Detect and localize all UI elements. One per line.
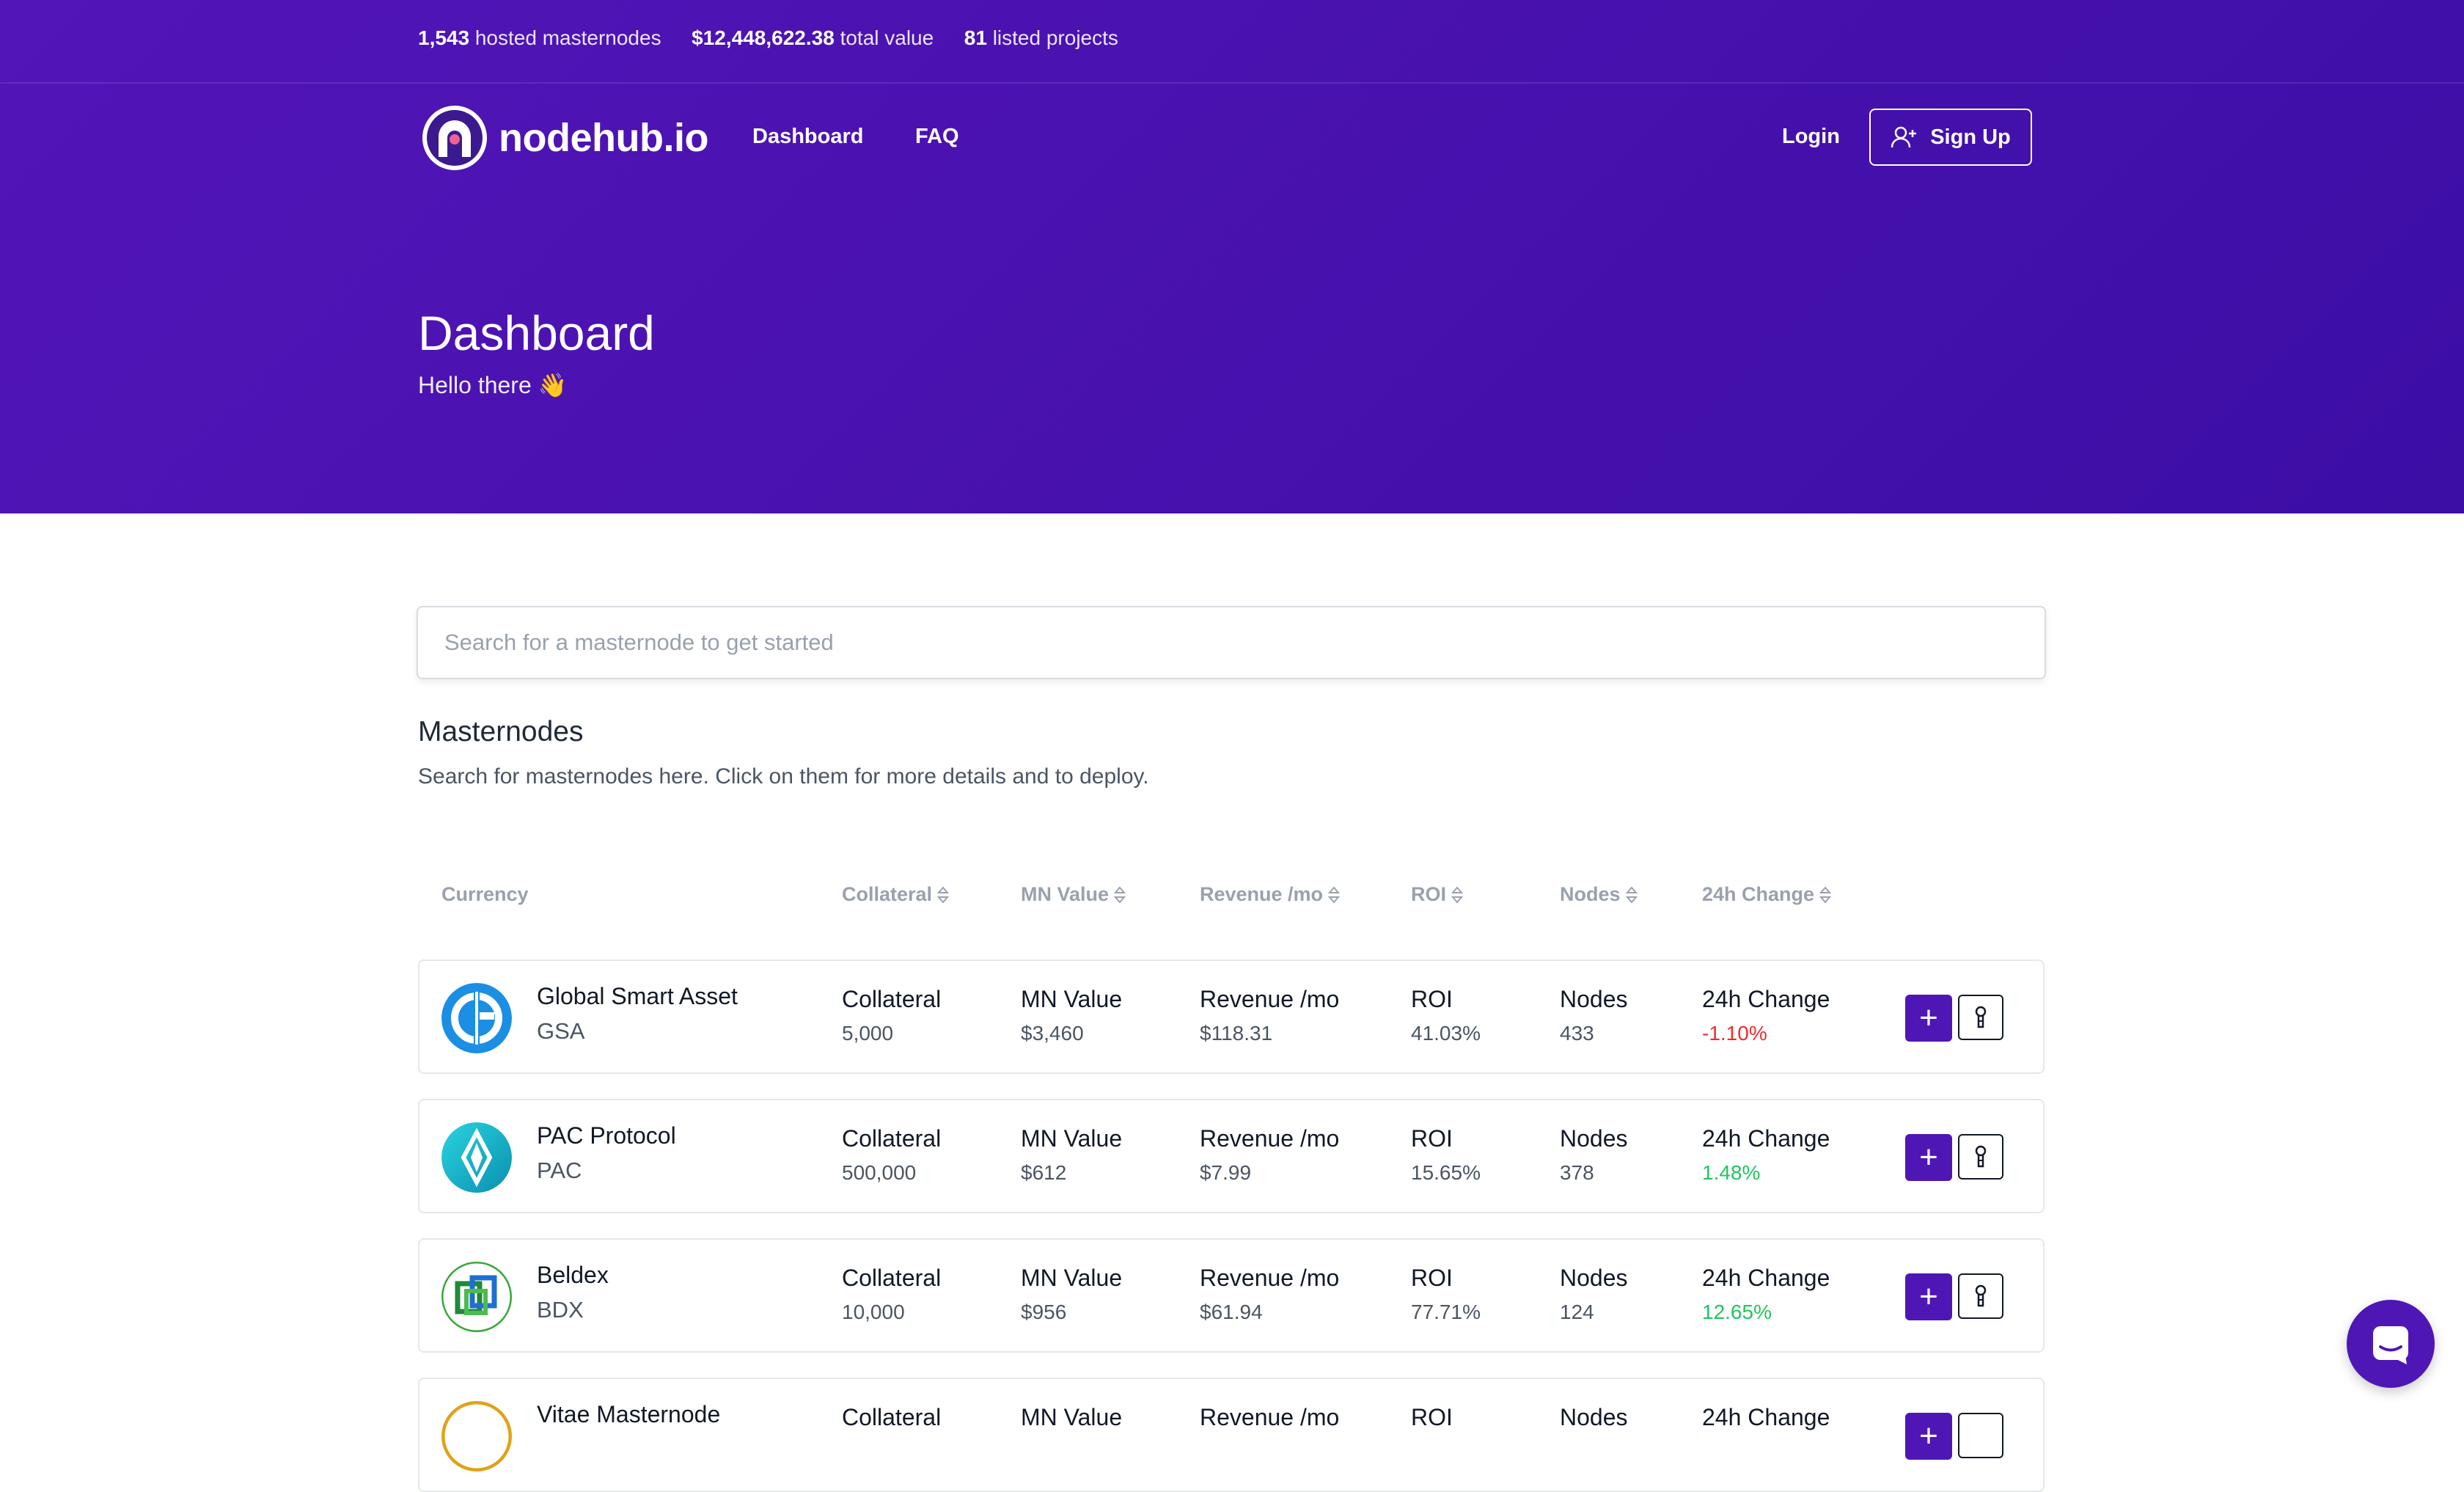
roi-cell: ROI 15.65%	[1411, 1125, 1481, 1184]
chat-launcher-button[interactable]	[2347, 1300, 2435, 1388]
mn-value-cell: MN Value	[1021, 1404, 1123, 1430]
brand-name: nodehub.io	[499, 116, 708, 160]
sort-icon	[1327, 885, 1341, 904]
projects-label: listed projects	[992, 26, 1118, 49]
add-masternode-button[interactable]: +	[1905, 1413, 1952, 1460]
mn-value-cell: MN Value $956	[1021, 1265, 1123, 1323]
total-value: $12,448,622.38	[692, 26, 835, 49]
currency-name: Beldex	[537, 1262, 609, 1288]
login-link[interactable]: Login	[1782, 125, 1840, 149]
mn-value-cell: MN Value $3,460	[1021, 986, 1123, 1045]
brand-logo[interactable]: nodehub.io	[421, 104, 708, 172]
masternode-row[interactable]: Global Smart Asset GSA Collateral 5,000 M…	[418, 959, 2045, 1074]
change-cell: 24h Change 1.48%	[1702, 1125, 1830, 1184]
change-cell: 24h Change -1.10%	[1702, 986, 1830, 1045]
change-cell: 24h Change	[1702, 1404, 1830, 1430]
nav-dashboard[interactable]: Dashboard	[752, 125, 863, 149]
sign-up-button[interactable]: Sign Up	[1869, 109, 2032, 166]
chat-icon	[2373, 1326, 2408, 1364]
total-value-label: total value	[840, 26, 934, 49]
header-currency: Currency	[441, 883, 529, 905]
currency-name: Global Smart Asset	[537, 983, 738, 1009]
nodes-cell: Nodes 124	[1560, 1265, 1628, 1323]
info-button[interactable]	[1958, 1134, 2003, 1180]
add-masternode-button[interactable]: +	[1905, 1273, 1952, 1320]
revenue-cell: Revenue /mo $7.99	[1200, 1125, 1340, 1184]
key-icon	[1975, 1284, 1987, 1307]
collateral-cell: Collateral	[842, 1404, 942, 1430]
currency-name: PAC Protocol	[537, 1122, 676, 1149]
collateral-cell: Collateral 10,000	[842, 1265, 942, 1323]
masternode-row[interactable]: Vitae Masternode Collateral MN Value Rev…	[418, 1378, 2045, 1492]
roi-cell: ROI	[1411, 1404, 1453, 1430]
stats-bar: 1,543 hosted masternodes $12,448,622.38 …	[0, 0, 2464, 84]
sort-icon	[1113, 885, 1126, 904]
key-icon	[1975, 1145, 1987, 1168]
nav-faq[interactable]: FAQ	[915, 125, 959, 149]
stats-summary: 1,543 hosted masternodes $12,448,622.38 …	[418, 26, 1118, 50]
add-masternode-button[interactable]: +	[1905, 1134, 1952, 1181]
header-nodes[interactable]: Nodes	[1560, 883, 1638, 906]
masternodes-label: hosted masternodes	[474, 26, 661, 49]
revenue-cell: Revenue /mo $61.94	[1200, 1265, 1340, 1323]
info-button[interactable]	[1958, 995, 2003, 1040]
info-button[interactable]	[1958, 1413, 2003, 1458]
roi-cell: ROI 77.71%	[1411, 1265, 1481, 1323]
search-input[interactable]	[417, 606, 2046, 679]
mn-value-cell: MN Value $612	[1021, 1125, 1123, 1184]
sort-icon	[1625, 885, 1638, 904]
page-subtitle: Hello there 👋	[418, 372, 568, 398]
header-collateral[interactable]: Collateral	[842, 883, 950, 906]
gsa-coin-icon	[441, 983, 512, 1053]
hero-banner: 1,543 hosted masternodes $12,448,622.38 …	[0, 0, 2464, 513]
section-subtitle: Search for masternodes here. Click on th…	[418, 764, 1149, 789]
currency-symbol: GSA	[537, 1018, 585, 1044]
table-header: Currency Collateral MN Value Revenue /mo…	[418, 879, 2046, 914]
section-title: Masternodes	[418, 716, 584, 747]
projects-count: 81	[964, 26, 987, 49]
nodes-cell: Nodes 433	[1560, 986, 1628, 1045]
add-masternode-button[interactable]: +	[1905, 995, 1952, 1042]
header-mn-value[interactable]: MN Value	[1021, 883, 1126, 906]
currency-name: Vitae Masternode	[537, 1401, 721, 1427]
masternodes-count: 1,543	[418, 26, 470, 49]
nodehub-logo-icon	[422, 106, 487, 170]
sort-icon	[1819, 885, 1832, 904]
nodes-cell: Nodes	[1560, 1404, 1628, 1430]
header-24h-change[interactable]: 24h Change	[1702, 883, 1832, 906]
key-icon	[1975, 1006, 1987, 1028]
top-nav: nodehub.io Dashboard FAQ Login Sign Up	[0, 84, 2464, 194]
masternode-row[interactable]: Beldex BDX Collateral 10,000 MN Value $956…	[418, 1238, 2045, 1353]
change-cell: 24h Change 12.65%	[1702, 1265, 1830, 1323]
info-button[interactable]	[1958, 1273, 2003, 1319]
revenue-cell: Revenue /mo $118.31	[1200, 986, 1340, 1045]
revenue-cell: Revenue /mo	[1200, 1404, 1340, 1430]
bdx-coin-icon	[441, 1262, 512, 1332]
collateral-cell: Collateral 500,000	[842, 1125, 942, 1184]
collateral-cell: Collateral 5,000	[842, 986, 942, 1045]
pac-coin-icon	[441, 1122, 512, 1193]
sort-icon	[1451, 885, 1464, 904]
nodes-cell: Nodes 378	[1560, 1125, 1628, 1184]
page-title: Dashboard	[418, 306, 655, 360]
roi-cell: ROI 41.03%	[1411, 986, 1481, 1045]
masternode-row[interactable]: PAC Protocol PAC Collateral 500,000 MN Va…	[418, 1099, 2045, 1213]
vitae-coin-icon	[441, 1401, 512, 1471]
currency-symbol: BDX	[537, 1297, 584, 1323]
currency-symbol: PAC	[537, 1158, 582, 1183]
add-user-icon	[1891, 126, 1917, 148]
header-roi[interactable]: ROI	[1411, 883, 1464, 906]
header-revenue[interactable]: Revenue /mo	[1200, 883, 1341, 906]
sort-icon	[936, 885, 950, 904]
sign-up-label: Sign Up	[1930, 125, 2011, 149]
